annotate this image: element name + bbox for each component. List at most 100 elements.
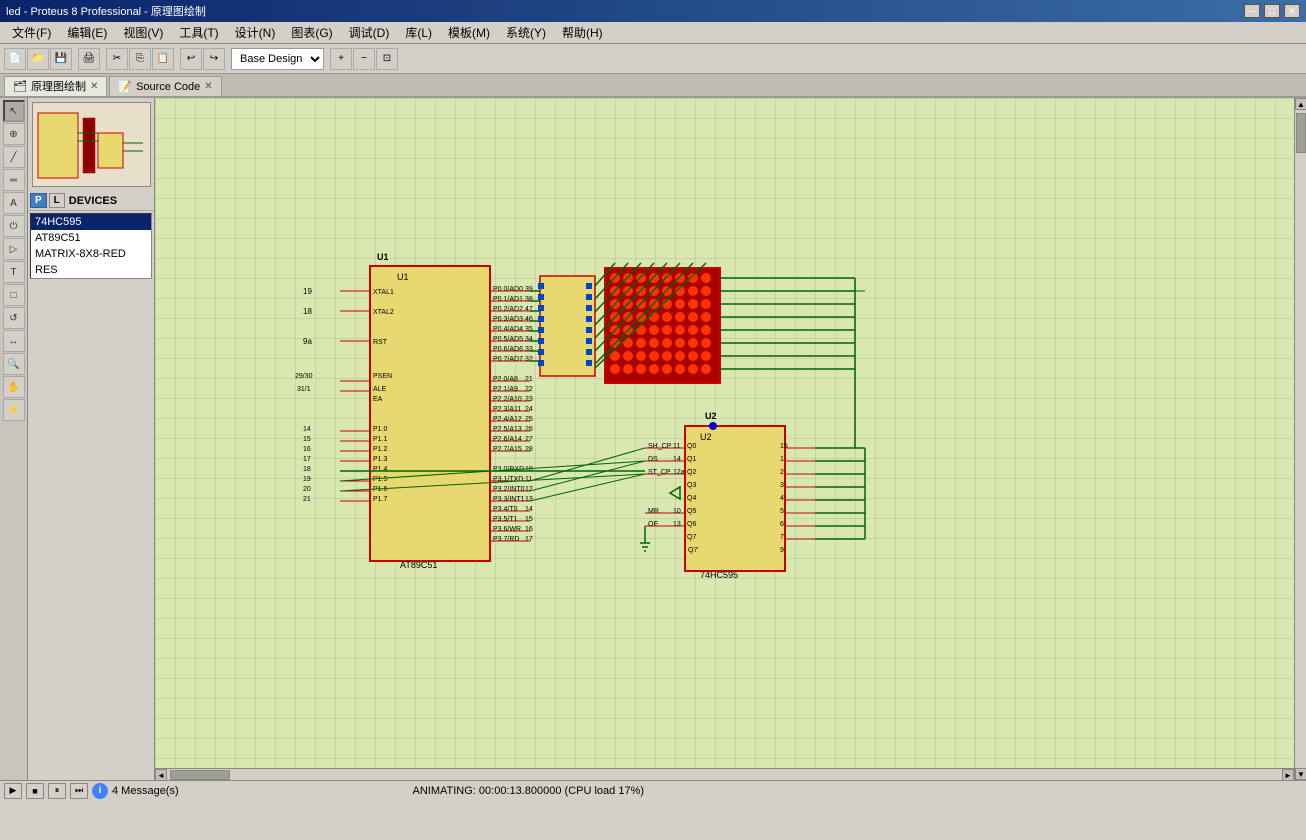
play-button[interactable]: ▶ <box>4 783 22 799</box>
rotate-tool[interactable]: ↺ <box>3 307 25 329</box>
new-button[interactable]: 📄 <box>4 48 26 70</box>
menu-item-e[interactable]: 编辑(E) <box>59 22 115 43</box>
component-tool[interactable]: ⊕ <box>3 123 25 145</box>
svg-text:EA: EA <box>373 396 383 403</box>
save-button[interactable]: 💾 <box>50 48 72 70</box>
step-button[interactable]: ⏭ <box>70 783 88 799</box>
port-tool[interactable]: ▷ <box>3 238 25 260</box>
flip-tool[interactable]: ↔ <box>3 330 25 352</box>
device-item-74hc595[interactable]: 74HC595 <box>31 214 151 230</box>
device-item-matrix[interactable]: MATRIX-8X8-RED <box>31 246 151 262</box>
scroll-right-arrow[interactable]: ► <box>1282 769 1294 780</box>
svg-text:15: 15 <box>303 436 311 443</box>
tab-source-close[interactable]: ✕ <box>204 81 212 92</box>
svg-text:2: 2 <box>780 469 784 476</box>
device-item-res[interactable]: RES <box>31 262 151 278</box>
stop-button[interactable]: ■ <box>26 783 44 799</box>
menu-item-t[interactable]: 工具(T) <box>171 22 226 43</box>
horizontal-scrollbar[interactable]: ◄ ► <box>155 768 1294 780</box>
zoom-fit-button[interactable]: ⊡ <box>376 48 398 70</box>
maximize-button[interactable]: □ <box>1264 4 1280 18</box>
svg-text:21: 21 <box>525 376 533 383</box>
pause-button[interactable]: ⏸ <box>48 783 66 799</box>
minimize-button[interactable]: — <box>1244 4 1260 18</box>
menu-item-f[interactable]: 文件(F) <box>4 22 59 43</box>
svg-text:38: 38 <box>525 296 533 303</box>
scroll-up-arrow[interactable]: ▲ <box>1295 98 1306 110</box>
svg-text:19: 19 <box>303 476 311 483</box>
svg-text:9a: 9a <box>303 337 312 346</box>
wire-tool[interactable]: ╱ <box>3 146 25 168</box>
label-tool[interactable]: A <box>3 192 25 214</box>
svg-text:U1: U1 <box>397 272 409 282</box>
text-tool[interactable]: T <box>3 261 25 283</box>
svg-text:13: 13 <box>673 521 681 528</box>
preview-svg <box>33 103 151 187</box>
zoom-in-button[interactable]: + <box>330 48 352 70</box>
undo-button[interactable]: ↩ <box>180 48 202 70</box>
svg-text:47: 47 <box>525 306 533 313</box>
p-mode-button[interactable]: P <box>30 193 47 208</box>
power-tool[interactable]: ⏻ <box>3 215 25 237</box>
zoom-area-tool[interactable]: 🔍 <box>3 353 25 375</box>
scroll-down-arrow[interactable]: ▼ <box>1295 768 1306 780</box>
menu-item-n[interactable]: 设计(N) <box>227 22 284 43</box>
svg-text:17: 17 <box>303 456 311 463</box>
svg-text:35: 35 <box>525 326 533 333</box>
probe-tool[interactable]: ⚡ <box>3 399 25 421</box>
svg-text:P3.5/T1: P3.5/T1 <box>493 516 518 523</box>
svg-text:10: 10 <box>673 508 681 515</box>
svg-text:SH_CP: SH_CP <box>648 443 672 450</box>
svg-text:11: 11 <box>525 476 532 483</box>
paste-button[interactable]: 📋 <box>152 48 174 70</box>
menu-item-l[interactable]: 库(L) <box>397 22 440 43</box>
svg-text:P1.4: P1.4 <box>373 466 388 473</box>
close-button[interactable]: ✕ <box>1284 4 1300 18</box>
device-item-at89c51[interactable]: AT89C51 <box>31 230 151 246</box>
window-controls: — □ ✕ <box>1244 4 1300 18</box>
svg-text:U2: U2 <box>705 411 717 421</box>
schematic-svg: AT89C51 U1 19 XTAL1 18 XTAL2 9a RST 29/3… <box>155 98 1215 780</box>
scroll-thumb-horizontal[interactable] <box>170 770 230 780</box>
svg-text:Q4: Q4 <box>687 495 696 502</box>
svg-text:19: 19 <box>303 287 312 296</box>
tab-source-code[interactable]: 📝 Source Code ✕ <box>109 76 221 96</box>
menu-item-m[interactable]: 模板(M) <box>440 22 498 43</box>
svg-text:14: 14 <box>303 426 311 433</box>
svg-text:5: 5 <box>780 508 784 515</box>
svg-text:P2.1/A9: P2.1/A9 <box>493 386 518 393</box>
shape-tool[interactable]: □ <box>3 284 25 306</box>
pan-tool[interactable]: ✋ <box>3 376 25 398</box>
l-mode-button[interactable]: L <box>49 193 65 208</box>
menu-item-d[interactable]: 调试(D) <box>341 22 398 43</box>
svg-text:P3.6/WR: P3.6/WR <box>493 526 521 533</box>
tab-schematic-close[interactable]: ✕ <box>90 81 98 92</box>
vertical-scrollbar[interactable]: ▲ ▼ <box>1294 98 1306 780</box>
svg-text:PSEN: PSEN <box>373 373 392 380</box>
svg-text:P0.1/AD1: P0.1/AD1 <box>493 296 523 303</box>
scroll-thumb-vertical[interactable] <box>1296 113 1306 153</box>
menu-item-y[interactable]: 系统(Y) <box>498 22 554 43</box>
svg-text:P0.4/AD4: P0.4/AD4 <box>493 326 523 333</box>
svg-text:12: 12 <box>525 486 533 493</box>
svg-text:U2: U2 <box>700 432 712 442</box>
copy-button[interactable]: ⎘ <box>129 48 151 70</box>
select-tool[interactable]: ↖ <box>3 100 25 122</box>
menu-item-v[interactable]: 视图(V) <box>115 22 171 43</box>
menu-item-g[interactable]: 图表(G) <box>283 22 340 43</box>
redo-button[interactable]: ↪ <box>203 48 225 70</box>
tab-schematic[interactable]: 🗂 原理图绘制 ✕ <box>4 76 107 96</box>
devices-label: DEVICES <box>69 195 117 207</box>
design-dropdown[interactable]: Base Design <box>231 48 324 70</box>
open-button[interactable]: 📁 <box>27 48 49 70</box>
print-button[interactable]: 🖨 <box>78 48 100 70</box>
zoom-out-button[interactable]: − <box>353 48 375 70</box>
menu-item-h[interactable]: 帮助(H) <box>554 22 611 43</box>
bus-tool[interactable]: ═ <box>3 169 25 191</box>
svg-text:29/30: 29/30 <box>295 373 313 380</box>
svg-text:Q7': Q7' <box>688 547 699 554</box>
cut-button[interactable]: ✂ <box>106 48 128 70</box>
canvas-area[interactable]: AT89C51 U1 19 XTAL1 18 XTAL2 9a RST 29/3… <box>155 98 1306 780</box>
scroll-left-arrow[interactable]: ◄ <box>155 769 167 780</box>
svg-text:14: 14 <box>525 506 533 513</box>
